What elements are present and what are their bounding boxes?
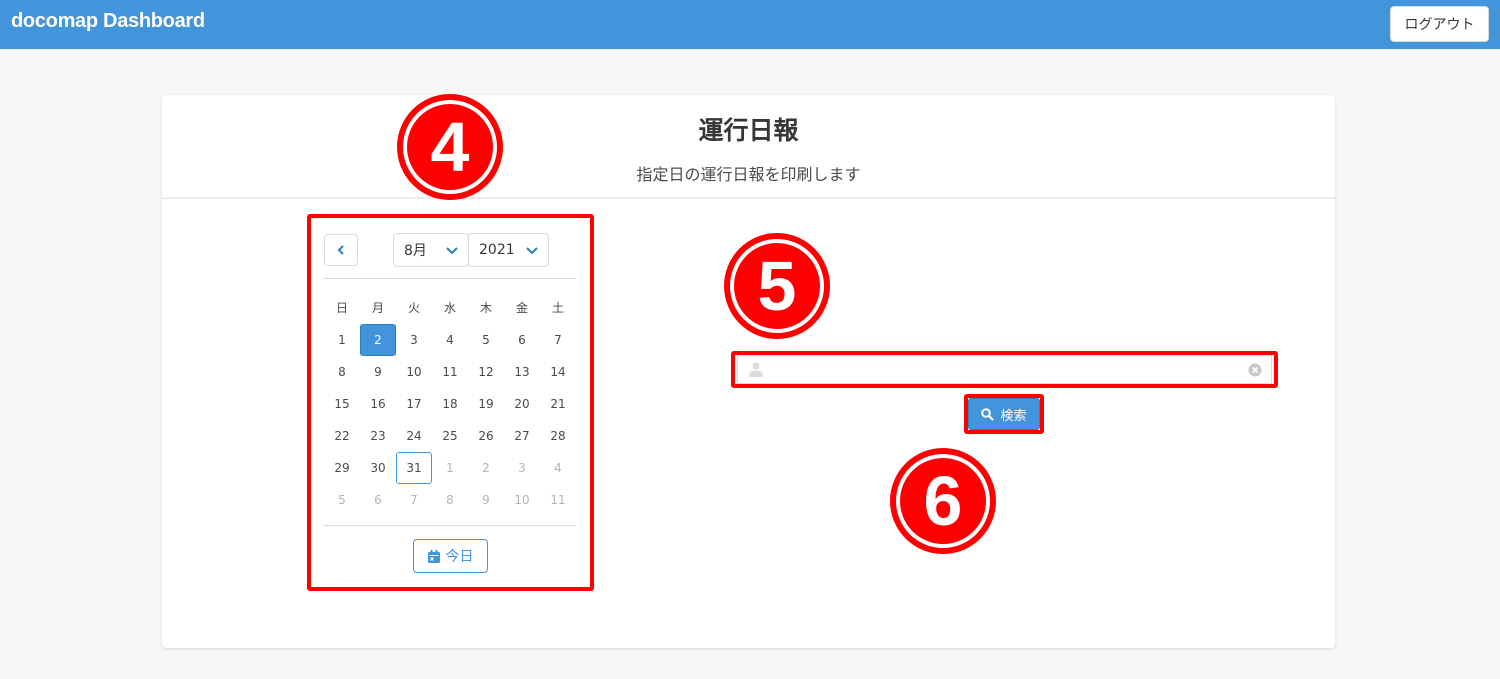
brand-title[interactable]: docomap Dashboard bbox=[11, 10, 205, 33]
page-title: 運行日報 bbox=[698, 116, 799, 145]
logout-button[interactable]: ログアウト bbox=[1390, 6, 1489, 42]
card-header: 運行日報 指定日の運行日報を印刷します bbox=[162, 95, 1335, 199]
search-button-highlight-box bbox=[964, 394, 1044, 434]
marker-4: 4 bbox=[397, 94, 503, 200]
calendar-highlight-box bbox=[307, 214, 594, 591]
marker-4-label: 4 bbox=[403, 100, 497, 194]
marker-6: 6 bbox=[890, 448, 996, 554]
top-navbar: docomap Dashboard ログアウト bbox=[0, 0, 1500, 49]
page-subtitle: 指定日の運行日報を印刷します bbox=[636, 165, 861, 184]
marker-5-label: 5 bbox=[730, 239, 824, 333]
search-input-highlight-box bbox=[731, 351, 1278, 388]
marker-5: 5 bbox=[724, 233, 830, 339]
marker-6-label: 6 bbox=[896, 454, 990, 548]
